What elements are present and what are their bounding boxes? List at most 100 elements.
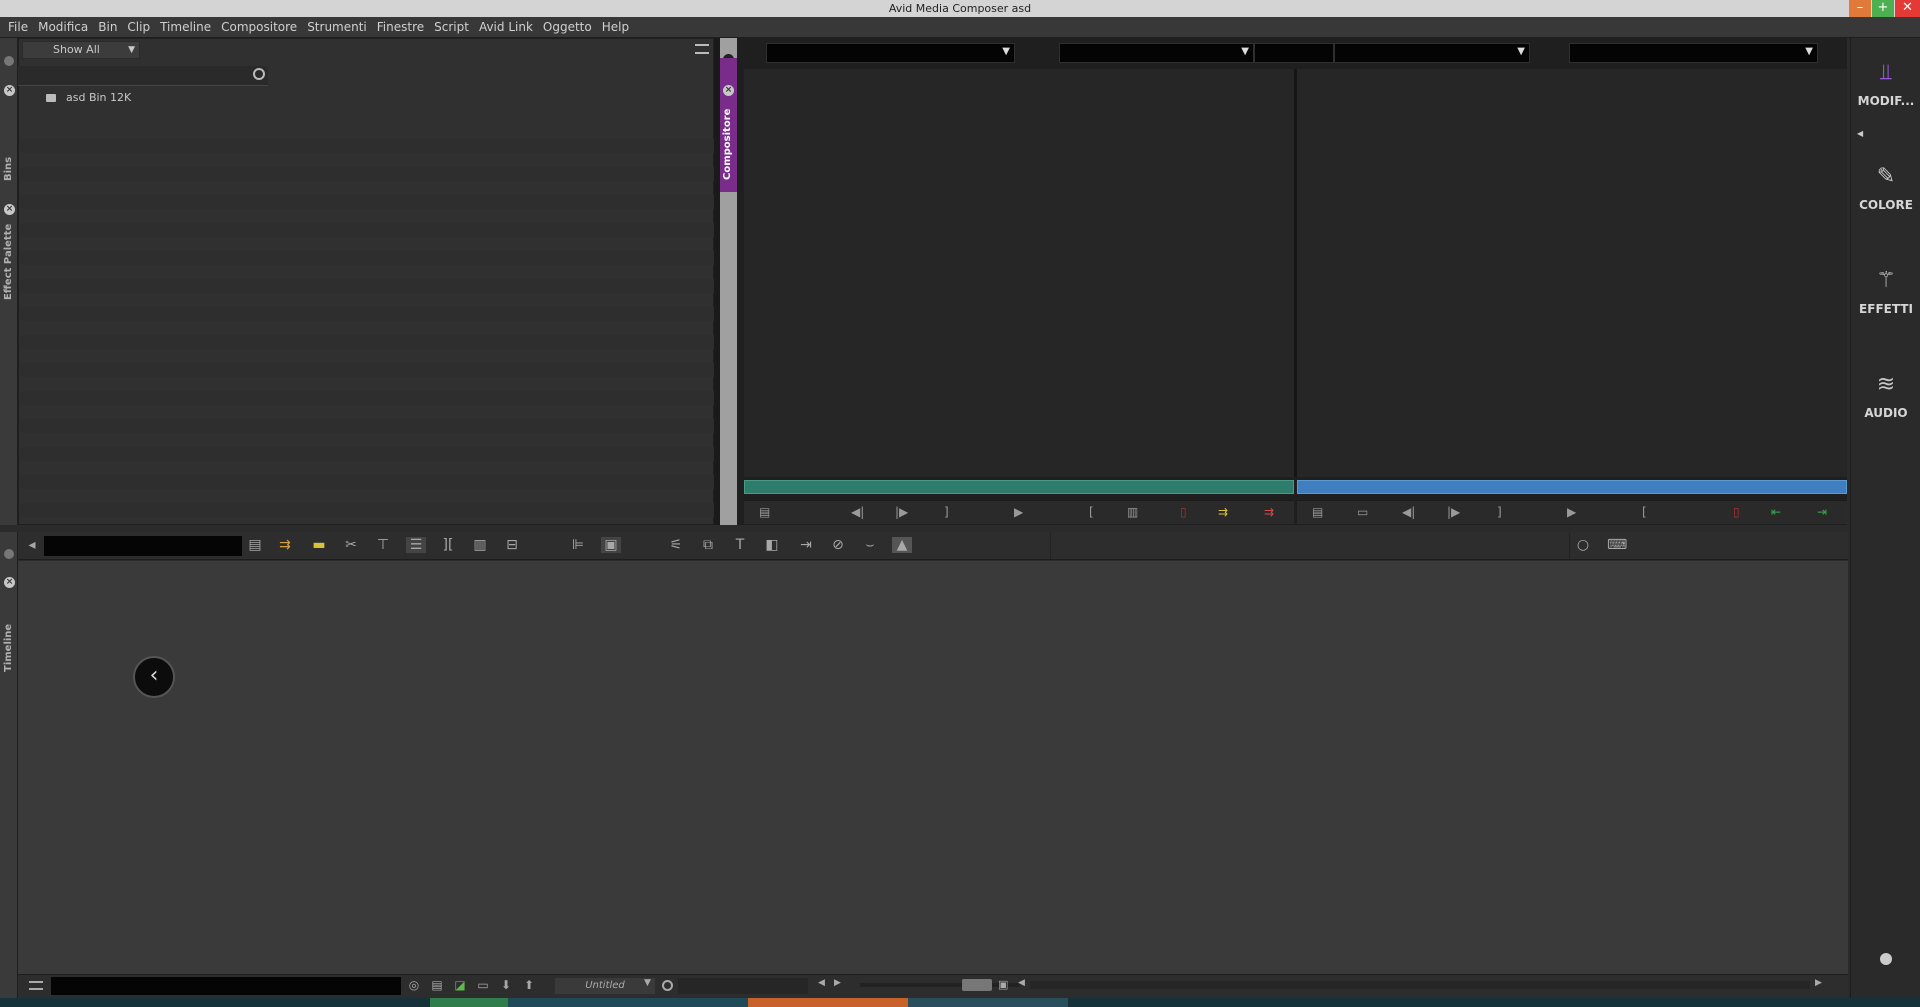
lift-icon[interactable]: ⬇ [496,978,516,992]
mark-clip-icon[interactable]: ▥ [1127,505,1138,519]
close-compositore-icon[interactable]: × [723,85,734,96]
source-monitor[interactable] [744,69,1294,477]
remove-effect-icon[interactable]: ⊘ [828,537,848,553]
segment-mode-icon[interactable]: ☰ [406,537,426,553]
step-forward-icon[interactable]: |▶ [1447,505,1460,519]
sequence-menu-icon[interactable]: ▤ [1312,505,1323,519]
menu-clip[interactable]: Clip [122,20,155,34]
bin-item-row[interactable]: asd Bin 12K [46,91,246,107]
chevron-down-icon[interactable]: ▼ [644,978,651,988]
sync-lock-icon[interactable]: ▥ [470,537,490,553]
toggle-source-record-icon[interactable]: ▭ [1357,505,1368,519]
timeline-menu-icon[interactable]: ▤ [245,537,265,553]
overwrite-icon[interactable]: ⇉ [1264,505,1274,519]
audio-icon[interactable]: ▭ [473,978,493,992]
taskbar-item[interactable] [508,998,748,1007]
search-icon[interactable] [253,68,265,80]
collapse-arrow-icon[interactable]: ◀ [1857,129,1863,138]
splice-in-icon[interactable]: ⇉ [275,537,295,553]
scroll-right-icon[interactable]: ▶ [1815,978,1822,988]
taskbar-item[interactable] [748,998,908,1007]
bin-panel-menu-icon[interactable] [695,44,709,54]
close-timeline-icon[interactable]: × [4,577,15,588]
color-tracks-icon[interactable]: ◪ [450,978,470,992]
source-clip-menu[interactable]: ▼ [766,43,1015,63]
timeline-track-area[interactable] [18,561,1848,974]
tab-timeline[interactable]: Timeline [3,624,14,672]
maximize-button[interactable]: + [1872,0,1894,17]
zoom-slider-track[interactable] [860,983,1020,987]
scroll-left-icon[interactable]: ◀ [818,978,825,988]
timeline-search-field[interactable] [678,978,808,994]
menu-help[interactable]: Help [597,20,634,34]
mark-out-icon[interactable]: ] [944,505,949,519]
collapse-tracks-icon[interactable]: ⊟ [502,537,522,553]
source-info-menu[interactable]: ▼ [1059,43,1254,63]
fast-menu-icon[interactable]: ⌨ [1607,537,1627,553]
clear-marks-icon[interactable]: ▯ [1733,505,1740,519]
audio-keyframe-icon[interactable]: ▲ [892,537,912,553]
record-sequence-menu[interactable]: ▼ [1569,43,1818,63]
bin-filter-select[interactable]: Show All ▼ [22,41,140,59]
menu-modifica[interactable]: Modifica [33,20,93,34]
bin-search-input[interactable] [18,66,268,86]
sequence-name[interactable]: Untitled [555,978,655,994]
layers-icon[interactable]: ⧉ [698,537,718,553]
menu-finestre[interactable]: Finestre [372,20,429,34]
play-icon[interactable]: ▶ [1014,505,1023,519]
tool-audio[interactable]: ≋ AUDIO [1851,372,1920,420]
hamburger-menu-icon[interactable] [29,981,43,990]
extract-icon[interactable]: ⇥ [1817,505,1827,519]
record-monitor[interactable] [1297,69,1847,477]
video-quality-icon[interactable]: ▣ [601,537,621,553]
tool-color[interactable]: ✎ COLORE [1851,164,1920,212]
tab-effect-palette[interactable]: Effect Palette [3,224,14,300]
dissolve-icon[interactable]: ⌣ [860,537,880,553]
timeline-options-icon[interactable] [4,549,14,559]
panel-options-icon[interactable] [4,56,14,66]
cut-icon[interactable]: ✂ [341,537,361,553]
taskbar-item[interactable] [908,998,1068,1007]
zoom-slider-thumb[interactable] [962,979,992,991]
lift-icon[interactable]: ⇤ [1771,505,1781,519]
step-back-icon[interactable]: ◀| [851,505,864,519]
close-bins-icon[interactable]: × [4,85,15,96]
tab-bins[interactable]: Bins [3,157,14,181]
record-info-menu[interactable]: ▼ [1334,43,1530,63]
search-icon[interactable] [662,980,673,991]
menu-oggetto[interactable]: Oggetto [538,20,597,34]
record-position-bar[interactable] [1297,480,1847,494]
split-icon[interactable]: ][ [438,537,458,553]
back-button[interactable]: ‹ [133,656,175,698]
trim-icon[interactable]: ⊤ [373,537,393,553]
menu-file[interactable]: File [3,20,33,34]
link-selection-icon[interactable]: ⊫ [568,537,588,553]
minimize-button[interactable]: – [1849,0,1871,17]
render-icon[interactable]: ⇥ [796,537,816,553]
step-forward-icon[interactable]: |▶ [895,505,908,519]
clear-marks-icon[interactable]: ▯ [1180,505,1187,519]
menu-strumenti[interactable]: Strumenti [302,20,372,34]
focus-icon[interactable]: ▣ [998,978,1008,991]
menu-compositore[interactable]: Compositore [216,20,302,34]
mark-out-icon[interactable]: ] [1497,505,1502,519]
menu-timeline[interactable]: Timeline [155,20,216,34]
effect-editor-icon[interactable]: ◧ [762,537,782,553]
monitor-icon[interactable]: ▤ [427,978,447,992]
audio-mixer-icon[interactable]: ⚟ [666,537,686,553]
menu-bin[interactable]: Bin [93,20,122,34]
source-position-bar[interactable] [744,480,1294,494]
close-button[interactable]: ✕ [1895,0,1920,17]
splice-in-icon[interactable]: ⇉ [1218,505,1228,519]
step-back-icon[interactable]: ◀| [1402,505,1415,519]
panel-settings-icon[interactable] [1880,953,1892,965]
play-icon[interactable]: ▶ [1567,505,1576,519]
menu-script[interactable]: Script [429,20,474,34]
extract-icon[interactable]: ⬆ [519,978,539,992]
record-target-icon[interactable]: ◎ [404,978,424,992]
overwrite-icon[interactable]: ▬ [309,537,329,553]
tab-compositore[interactable]: × Compositore [720,58,737,192]
mark-in-icon[interactable]: [ [1089,505,1094,519]
record-indicator-icon[interactable]: ○ [1573,537,1593,553]
tool-modify[interactable]: ⫫ MODIF... [1851,60,1920,108]
